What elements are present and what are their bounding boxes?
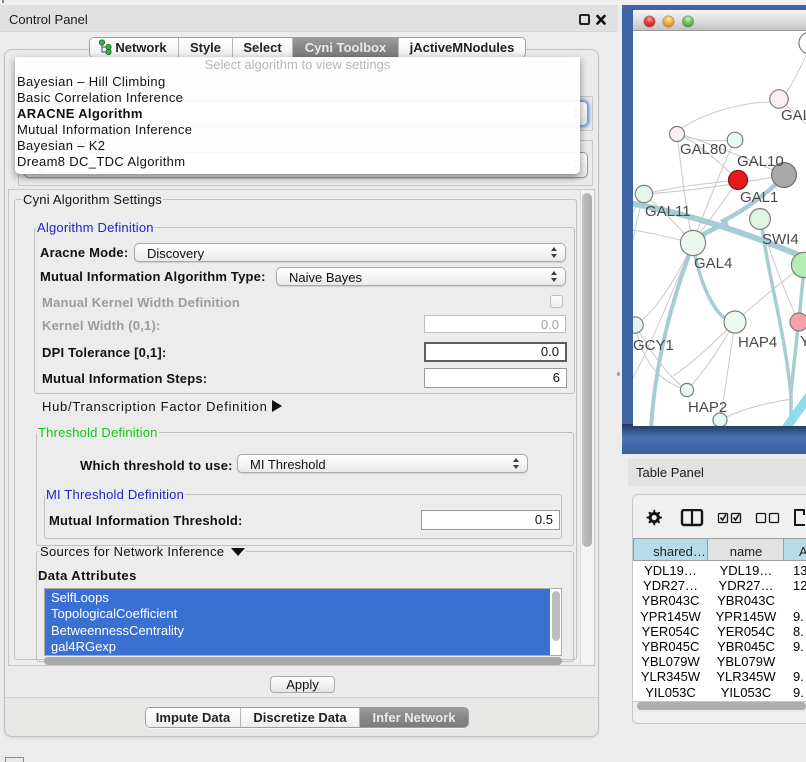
svg-text:GAL: GAL: [781, 107, 806, 124]
svg-text:GAL1: GAL1: [740, 189, 778, 206]
svg-text:GCY1: GCY1: [633, 337, 674, 354]
svg-text:HAP2: HAP2: [688, 399, 727, 416]
svg-text:HAP4: HAP4: [738, 334, 777, 351]
svg-text:GAL80: GAL80: [680, 141, 727, 158]
svg-text:GAL11: GAL11: [645, 203, 691, 220]
svg-text:SWI4: SWI4: [762, 231, 799, 248]
svg-text:GAL4: GAL4: [694, 255, 732, 272]
svg-text:Y: Y: [800, 333, 806, 350]
svg-text:GAL10: GAL10: [737, 153, 784, 170]
